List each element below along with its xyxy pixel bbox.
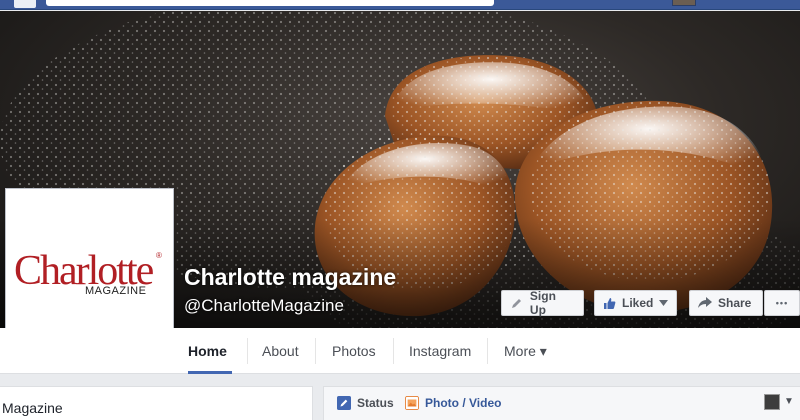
page-category-card: Magazine <box>0 386 313 420</box>
top-nav-bar <box>0 0 800 10</box>
status-label: Status <box>357 396 394 410</box>
poster-avatar[interactable] <box>764 394 780 410</box>
chevron-down-icon <box>659 296 669 310</box>
tab-more[interactable]: More ▾ <box>488 328 558 374</box>
photo-icon <box>405 396 419 410</box>
post-composer: Status Photo / Video ▼ <box>323 386 800 420</box>
search-input[interactable] <box>46 0 494 6</box>
tab-label: Instagram <box>409 343 472 359</box>
user-avatar[interactable] <box>672 0 696 6</box>
page-tab-bar: Home About Photos Instagram More ▾ <box>0 328 800 374</box>
tab-label: More ▾ <box>504 342 547 359</box>
logo-subtext: MAGAZINE <box>85 285 147 297</box>
tab-label: Home <box>188 343 227 359</box>
sign-up-button[interactable]: Sign Up <box>501 289 584 317</box>
status-tab[interactable]: Status <box>337 396 394 410</box>
share-button[interactable]: Share <box>689 290 763 316</box>
tab-home[interactable]: Home <box>188 328 248 374</box>
photo-video-tab[interactable]: Photo / Video <box>405 396 501 410</box>
page-handle[interactable]: @CharlotteMagazine <box>184 296 344 316</box>
thumbs-up-icon <box>603 296 616 310</box>
tab-label: Photos <box>332 343 376 359</box>
chevron-down-icon[interactable]: ▼ <box>784 396 794 407</box>
page-title[interactable]: Charlotte magazine <box>184 264 396 291</box>
more-dots-icon: ••• <box>775 298 789 308</box>
active-tab-indicator <box>188 371 232 374</box>
tab-photos[interactable]: Photos <box>316 328 394 374</box>
logo-registered-mark: ® <box>156 251 162 260</box>
tab-instagram[interactable]: Instagram <box>394 328 488 374</box>
liked-label: Liked <box>622 296 654 310</box>
facebook-logo-icon[interactable] <box>14 0 36 8</box>
edit-icon <box>337 396 351 410</box>
share-arrow-icon <box>698 296 712 310</box>
photo-video-label: Photo / Video <box>425 396 502 410</box>
sign-up-label: Sign Up <box>529 289 556 317</box>
tab-about[interactable]: About <box>248 328 316 374</box>
more-options-button[interactable]: ••• <box>764 290 800 316</box>
page-category-label: Magazine <box>2 400 63 416</box>
pencil-icon <box>510 296 524 310</box>
share-label: Share <box>718 296 752 310</box>
tab-label: About <box>262 343 299 359</box>
liked-button[interactable]: Liked <box>594 290 677 316</box>
